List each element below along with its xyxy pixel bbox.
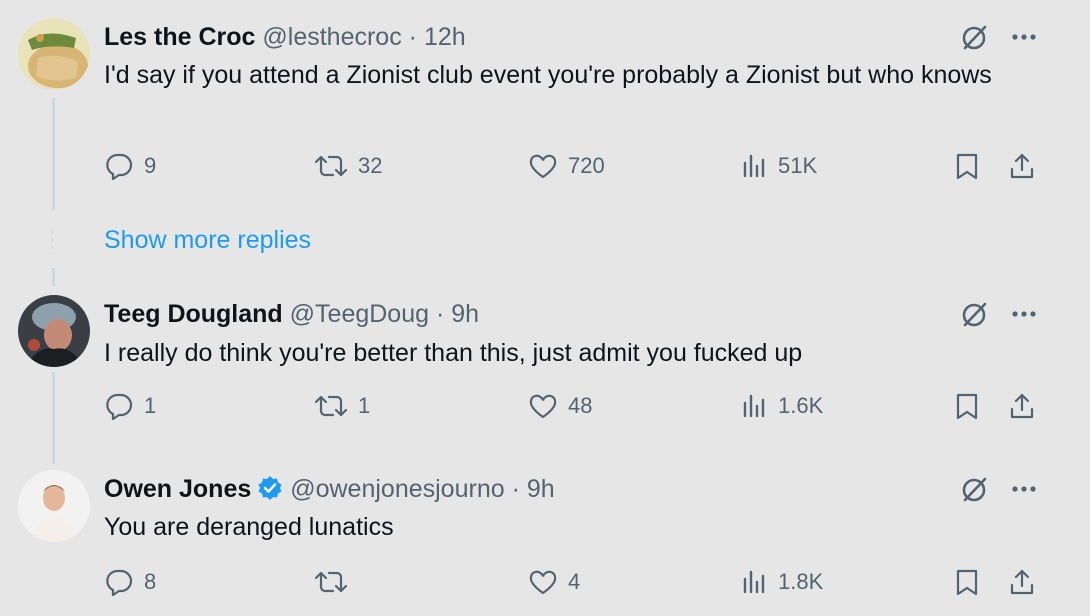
grok-icon[interactable] [960, 474, 990, 509]
bookmark-button[interactable] [954, 391, 980, 421]
reply-tweet-3: Owen Jones @owenjonesjourno · 9h You are… [0, 456, 1090, 616]
show-more-replies-link[interactable]: Show more replies [104, 226, 311, 255]
reply-header: Teeg Dougland @TeegDoug · 9h [104, 299, 479, 329]
avatar[interactable] [18, 470, 90, 542]
repost-icon [314, 571, 348, 593]
timestamp[interactable]: 9h [451, 300, 479, 328]
grok-icon[interactable] [960, 299, 990, 334]
more-icon[interactable] [1010, 22, 1040, 57]
verified-badge-icon [258, 476, 282, 500]
display-name[interactable]: Owen Jones [104, 475, 251, 503]
repost-count: 1 [358, 393, 371, 418]
repost-icon [314, 395, 348, 417]
share-icon [1010, 393, 1034, 419]
bookmark-button[interactable] [954, 151, 980, 181]
like-button[interactable]: 4 [528, 567, 580, 597]
share-button[interactable] [1008, 567, 1036, 597]
views-icon [743, 154, 765, 178]
views-count: 1.8K [778, 569, 824, 594]
display-name[interactable]: Les the Croc [104, 23, 255, 51]
reply-icon [106, 153, 133, 181]
views-count: 51K [778, 153, 818, 178]
action-bar: 9 32 720 51K [0, 151, 1090, 191]
bookmark-button[interactable] [954, 567, 980, 597]
like-count: 48 [568, 393, 593, 418]
action-bar: 1 1 48 1.6K [0, 391, 1090, 431]
thread-gap-dots [51, 231, 54, 249]
reply-icon [106, 393, 133, 421]
timestamp[interactable]: 9h [527, 475, 555, 503]
user-handle[interactable]: @lesthecroc [262, 23, 401, 51]
reply-text: You are deranged lunatics [104, 513, 394, 541]
views-icon [743, 570, 765, 594]
top-actions [960, 22, 1040, 52]
views-count: 1.6K [778, 393, 824, 418]
views-button[interactable]: 51K [742, 151, 817, 181]
separator: · [408, 23, 417, 51]
user-handle[interactable]: @owenjonesjourno [290, 475, 504, 503]
like-icon [529, 394, 557, 419]
top-actions [960, 299, 1040, 329]
repost-button[interactable]: 1 [314, 391, 370, 421]
separator: · [435, 300, 445, 328]
reply-text: I'd say if you attend a Zionist club eve… [104, 61, 992, 89]
repost-button[interactable] [314, 567, 358, 597]
reply-header: Owen Jones @owenjonesjourno · 9h [104, 474, 555, 504]
bookmark-icon [956, 393, 978, 420]
timestamp[interactable]: 12h [424, 23, 466, 51]
display-name[interactable]: Teeg Dougland [104, 300, 283, 328]
like-button[interactable]: 48 [528, 391, 592, 421]
repost-count: 32 [358, 153, 383, 178]
top-actions [960, 474, 1040, 504]
avatar[interactable] [18, 295, 90, 367]
bookmark-icon [956, 569, 978, 596]
like-icon [529, 154, 557, 179]
share-button[interactable] [1008, 151, 1036, 181]
like-button[interactable]: 720 [528, 151, 605, 181]
views-button[interactable]: 1.8K [742, 567, 823, 597]
action-bar: 8 4 1.8K [0, 567, 1090, 607]
like-count: 720 [568, 153, 605, 178]
share-button[interactable] [1008, 391, 1036, 421]
more-icon[interactable] [1010, 474, 1040, 509]
avatar[interactable] [18, 18, 90, 90]
share-icon [1010, 153, 1034, 179]
bookmark-icon [956, 153, 978, 180]
views-icon [743, 394, 765, 418]
user-handle[interactable]: @TeegDoug [290, 300, 429, 328]
like-count: 4 [568, 569, 581, 594]
reply-count: 9 [144, 153, 157, 178]
separator: · [511, 475, 520, 503]
reply-icon [106, 569, 133, 597]
repost-icon [314, 155, 348, 177]
reply-tweet-2: Teeg Dougland @TeegDoug · 9h I really do… [0, 278, 1090, 464]
reply-header: Les the Croc @lesthecroc · 12h [104, 22, 466, 52]
reply-button[interactable]: 1 [104, 391, 156, 421]
reply-button[interactable]: 9 [104, 151, 156, 181]
reply-tweet-1: Les the Croc @lesthecroc · 12h I'd say i… [0, 0, 1090, 220]
reply-count: 1 [144, 393, 157, 418]
more-icon[interactable] [1010, 299, 1040, 334]
repost-button[interactable]: 32 [314, 151, 382, 181]
like-icon [529, 570, 557, 595]
views-button[interactable]: 1.6K [742, 391, 823, 421]
reply-count: 8 [144, 569, 157, 594]
share-icon [1010, 569, 1034, 595]
grok-icon[interactable] [960, 22, 990, 57]
reply-text: I really do think you're better than thi… [104, 339, 803, 367]
reply-button[interactable]: 8 [104, 567, 156, 597]
